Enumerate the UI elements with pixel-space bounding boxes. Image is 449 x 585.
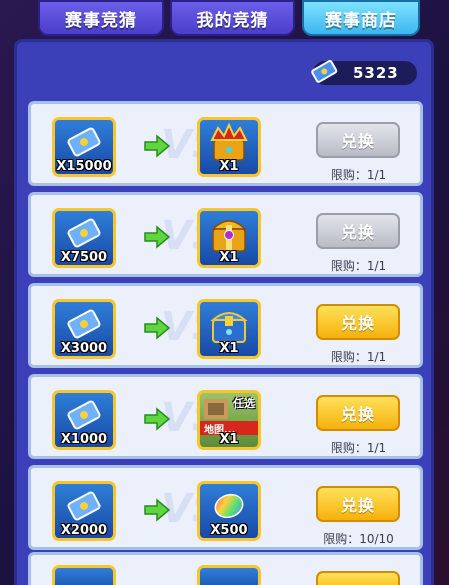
reward-item: X1 <box>197 299 261 359</box>
exchange-button[interactable]: 兑换 <box>316 395 400 431</box>
cost-item: X7500 <box>52 208 116 268</box>
tab-label: 我的竞猜 <box>196 10 269 31</box>
shop-item-row: VS X1000 任选 地图... X1 兑换 限购：1/1 <box>28 374 423 459</box>
tab-my-quiz[interactable]: 我的竞猜 <box>170 0 295 36</box>
purchase-limit: 限购：1/1 <box>330 350 387 364</box>
ticket-icon <box>311 60 338 83</box>
reward-item: X1 <box>197 117 261 177</box>
shop-item-row: VS X15000 X1 兑换 限购：1/1 <box>28 101 423 186</box>
shop-item-row: VS X7500 X1 兑换 限购：1/1 <box>28 192 423 277</box>
reward-quantity: X500 <box>210 523 248 538</box>
cost-quantity: X15000 <box>56 159 112 174</box>
tab-label: 赛事商店 <box>325 10 397 31</box>
arrow-right-icon <box>144 498 170 522</box>
cost-item: X3000 <box>52 299 116 359</box>
tab-match-quiz[interactable]: 赛事竞猜 <box>38 0 164 36</box>
cost-quantity: X3000 <box>60 341 108 356</box>
ticket-balance: 5323 <box>311 60 417 85</box>
cost-item: X15000 <box>52 117 116 177</box>
tab-bar: 赛事竞猜 我的竞猜 赛事商店 <box>0 0 449 40</box>
shop-panel: 5323 VS X15000 X1 兑换 限购：1/1 VS X7500 X1 … <box>14 39 434 585</box>
arrow-right-icon <box>144 225 170 249</box>
shop-item-row: VS X2000 X500 兑换 限购：10/10 <box>28 465 423 550</box>
cost-item: X2000 <box>52 481 116 541</box>
purchase-limit: 限购：1/1 <box>330 259 387 273</box>
cost-item <box>52 565 116 585</box>
reward-item: X500 <box>197 481 261 541</box>
reward-tag: 任选 <box>233 397 255 410</box>
reward-quantity: X1 <box>219 432 239 447</box>
arrow-right-icon <box>144 407 170 431</box>
exchange-button[interactable]: 兑换 <box>316 213 400 249</box>
cost-quantity: X7500 <box>60 250 108 265</box>
cost-item: X1000 <box>52 390 116 450</box>
reward-quantity: X1 <box>219 341 239 356</box>
reward-item <box>197 565 261 585</box>
reward-item: 任选 地图... X1 <box>197 390 261 450</box>
purchase-limit: 限购：1/1 <box>330 168 387 182</box>
shop-item-row: VS X3000 X1 兑换 限购：1/1 <box>28 283 423 368</box>
tab-match-shop[interactable]: 赛事商店 <box>302 0 420 36</box>
cost-quantity: X2000 <box>60 523 108 538</box>
exchange-button[interactable] <box>316 571 400 585</box>
balance-value: 5323 <box>353 64 399 82</box>
tab-label: 赛事竞猜 <box>65 10 137 31</box>
exchange-button[interactable]: 兑换 <box>316 486 400 522</box>
cost-quantity: X1000 <box>60 432 108 447</box>
exchange-button[interactable]: 兑换 <box>316 122 400 158</box>
purchase-limit: 限购：10/10 <box>323 532 394 546</box>
arrow-right-icon <box>144 316 170 340</box>
reward-quantity: X1 <box>219 250 239 265</box>
exchange-button[interactable]: 兑换 <box>316 304 400 340</box>
purchase-limit: 限购：1/1 <box>330 441 387 455</box>
shop-item-row-partial <box>28 552 423 585</box>
arrow-right-icon <box>144 134 170 158</box>
reward-quantity: X1 <box>219 159 239 174</box>
reward-item: X1 <box>197 208 261 268</box>
